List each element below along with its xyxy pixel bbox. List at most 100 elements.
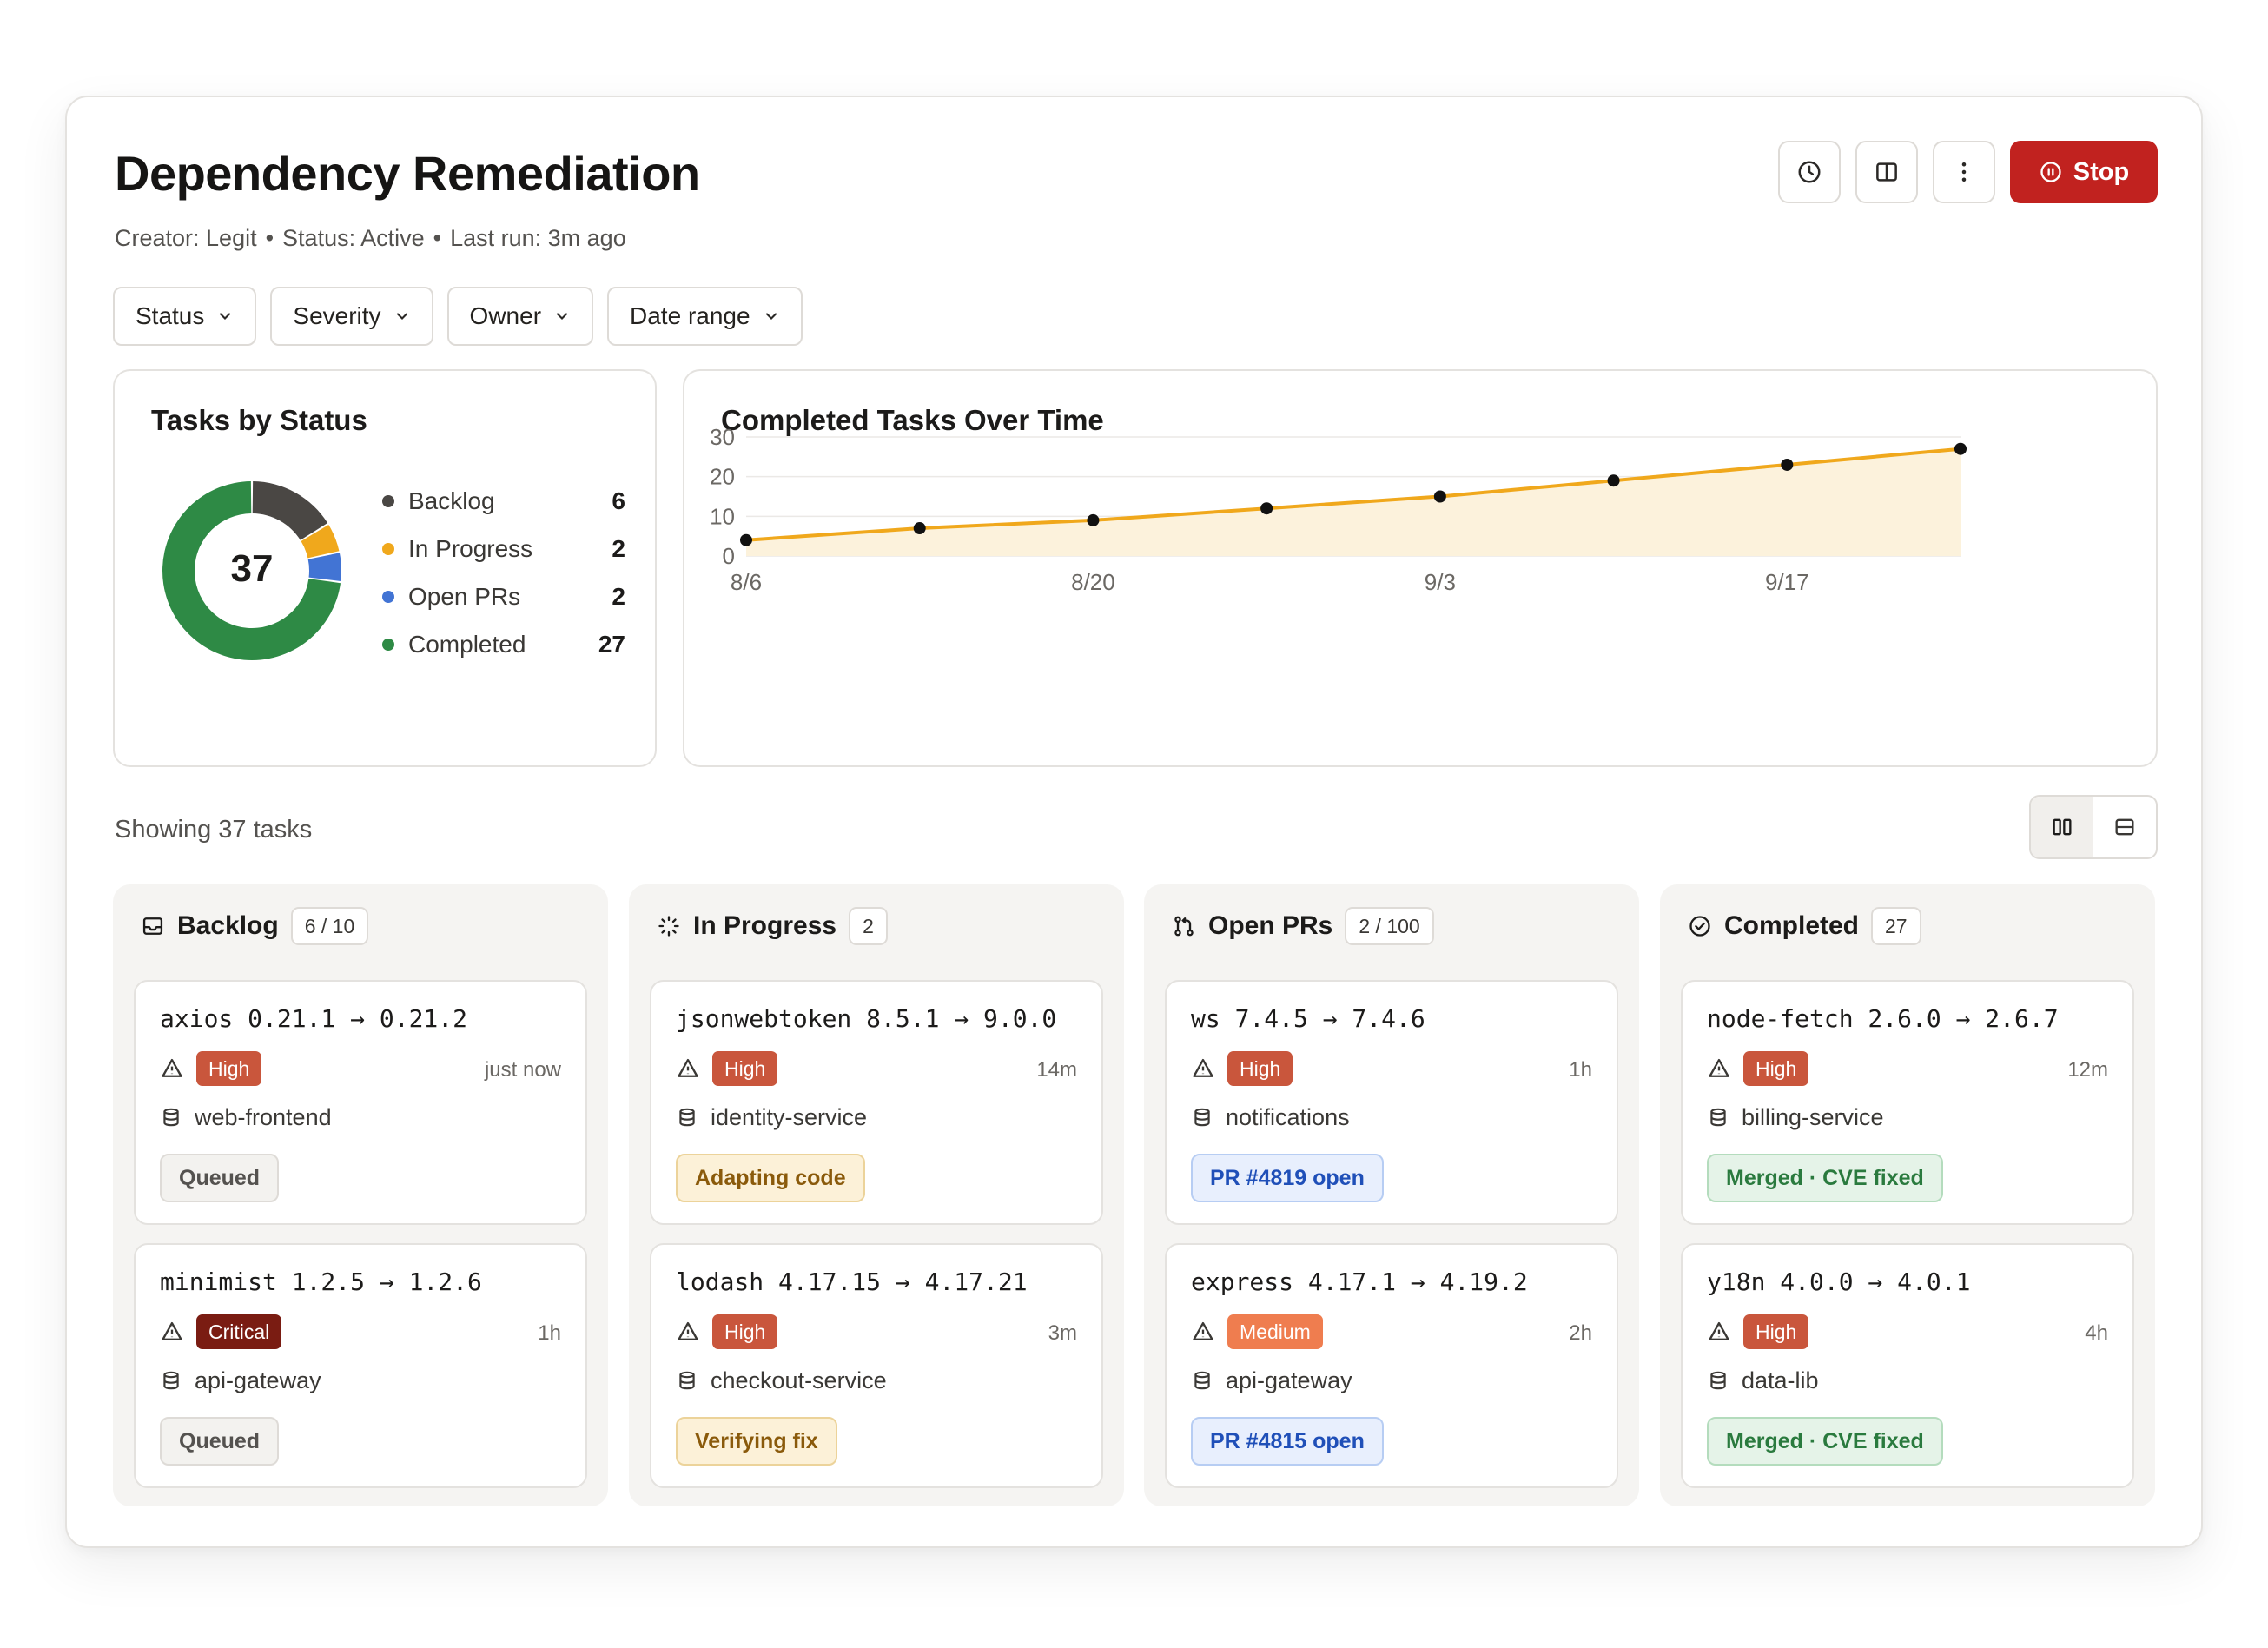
completed-over-time-card: Completed Tasks Over Time 0 10 20 30 8/6 8/20… [683,369,2158,767]
filter-label: Owner [469,302,542,329]
data-point[interactable] [1607,474,1620,487]
severity-badge: High [1227,1051,1293,1086]
split-view-icon [1876,162,1897,182]
header-actions: Stop [1778,141,2158,203]
data-point[interactable] [1260,502,1273,515]
task-state-badge: Queued [160,1154,280,1202]
task-state-badge[interactable]: PR #4819 open [1191,1154,1384,1202]
chevron-down-icon [556,313,568,320]
task-repo: web-frontend [160,1100,332,1135]
column-backlog: Backlog 6 / 10 axios 0.21.1 → 0.21.2 Hig… [113,884,608,1506]
severity-badge: Medium [1227,1314,1323,1349]
task-state-badge: Merged · CVE fixed [1707,1417,1943,1466]
task-card[interactable]: node-fetch 2.6.0 → 2.6.7 High 12m billin… [1681,980,2134,1225]
column-completed: Completed 27 node-fetch 2.6.0 → 2.6.7 Hi… [1660,884,2155,1506]
task-time: 1h [538,1321,561,1345]
task-time: just now [484,1058,561,1082]
repo-name: api-gateway [1226,1367,1352,1393]
pause-circle-icon [2040,162,2061,182]
column-open-prs: Open PRs 2 / 100 ws 7.4.5 → 7.4.6 High 1… [1144,884,1639,1506]
task-card[interactable]: ws 7.4.5 → 7.4.6 High 1h notifications P… [1165,980,1618,1225]
y-tick-label: 10 [710,503,735,529]
chevron-down-icon [765,313,777,320]
task-state-badge: Merged · CVE fixed [1707,1154,1943,1202]
completed-line-chart: 0 10 20 30 8/6 8/20 9/3 9/17 [710,424,1967,595]
warning-triangle-icon [1709,1321,1729,1340]
filter-date-range[interactable]: Date range [607,287,803,346]
kanban-board: Backlog 6 / 10 axios 0.21.1 → 0.21.2 Hig… [113,884,2158,1506]
task-severity: High [676,1051,778,1086]
database-icon [679,1371,695,1390]
y-tick-label: 20 [710,464,735,490]
task-card[interactable]: express 4.17.1 → 4.19.2 Medium 2h api-ga… [1165,1243,1618,1488]
database-icon [1194,1108,1210,1127]
filter-status[interactable]: Status [113,287,257,346]
task-card[interactable]: jsonwebtoken 8.5.1 → 9.0.0 High 14m iden… [650,980,1103,1225]
legend-swatch [382,590,394,603]
task-time: 2h [1569,1321,1592,1345]
column-count-badge: 2 / 100 [1345,907,1434,945]
data-point[interactable] [1954,442,1967,455]
severity-badge: High [1743,1314,1809,1349]
list-view-icon [2115,818,2134,836]
legend-swatch [382,494,394,507]
task-card[interactable]: minimist 1.2.5 → 1.2.6 Critical 1h api-g… [134,1243,587,1488]
filter-severity[interactable]: Severity [270,287,433,346]
repo-name: api-gateway [195,1367,321,1393]
more-options-button[interactable] [1933,141,1995,203]
warning-triangle-icon [162,1058,182,1077]
inbox-icon [142,917,163,935]
board-view-icon [2053,818,2072,836]
chevron-down-icon [396,313,407,320]
data-point[interactable] [1781,458,1794,471]
database-icon [1194,1371,1210,1390]
task-count-label: Showing 37 tasks [115,816,313,844]
data-point[interactable] [740,533,752,546]
page-meta: Creator: Legit • Status: Active • Last run: … [115,225,626,252]
stop-button[interactable]: Stop [2010,141,2158,203]
legend-item-in-progress: In Progress 2 [382,525,625,572]
task-repo: api-gateway [1191,1363,1352,1398]
data-point[interactable] [913,522,926,535]
data-point[interactable] [1433,490,1446,503]
filter-label: Severity [293,302,381,329]
task-time: 4h [2085,1321,2108,1345]
board-view-button[interactable] [2031,797,2093,857]
column-count-badge: 27 [1871,907,1921,945]
legend-label: Backlog [408,486,495,514]
filter-owner[interactable]: Owner [446,287,594,346]
donut-center-label: 37 [231,547,274,590]
status-legend: Backlog 6 In Progress 2 Open PRs 2 Compl… [382,477,625,668]
task-title: minimist 1.2.5 → 1.2.6 [160,1267,482,1296]
history-button[interactable] [1778,141,1841,203]
column-name: Completed [1724,911,1860,940]
task-time: 14m [1036,1058,1077,1082]
status-donut-chart: 37 [162,481,341,660]
view-toggle [2029,795,2158,859]
legend-item-backlog: Backlog 6 [382,477,625,525]
task-title: jsonwebtoken 8.5.1 → 9.0.0 [676,1004,1057,1033]
task-title: lodash 4.17.15 → 4.17.21 [676,1267,1028,1296]
task-state-badge[interactable]: PR #4815 open [1191,1417,1384,1466]
meta-separator: • [265,225,274,251]
task-state-badge: Verifying fix [676,1417,837,1466]
task-severity: Medium [1191,1314,1323,1349]
legend-label: Open PRs [408,582,521,610]
list-view-button[interactable] [2093,797,2156,857]
task-card[interactable]: axios 0.21.1 → 0.21.2 High just now web-… [134,980,587,1225]
task-card[interactable]: y18n 4.0.0 → 4.0.1 High 4h data-lib Merg… [1681,1243,2134,1488]
legend-swatch [382,542,394,555]
meta-separator: • [433,225,442,251]
column-count-badge: 6 / 10 [290,907,369,945]
column-in-progress: In Progress 2 jsonwebtoken 8.5.1 → 9.0.0… [629,884,1124,1506]
filter-label: Status [136,302,205,329]
data-point[interactable] [1087,513,1100,526]
task-title: node-fetch 2.6.0 → 2.6.7 [1707,1004,2059,1033]
database-icon [1710,1371,1726,1390]
split-view-button[interactable] [1855,141,1918,203]
column-count-badge: 2 [849,907,888,945]
check-circle-icon [1689,916,1710,937]
task-time: 3m [1048,1321,1077,1345]
severity-badge: Critical [196,1314,282,1349]
task-card[interactable]: lodash 4.17.15 → 4.17.21 High 3m checkou… [650,1243,1103,1488]
